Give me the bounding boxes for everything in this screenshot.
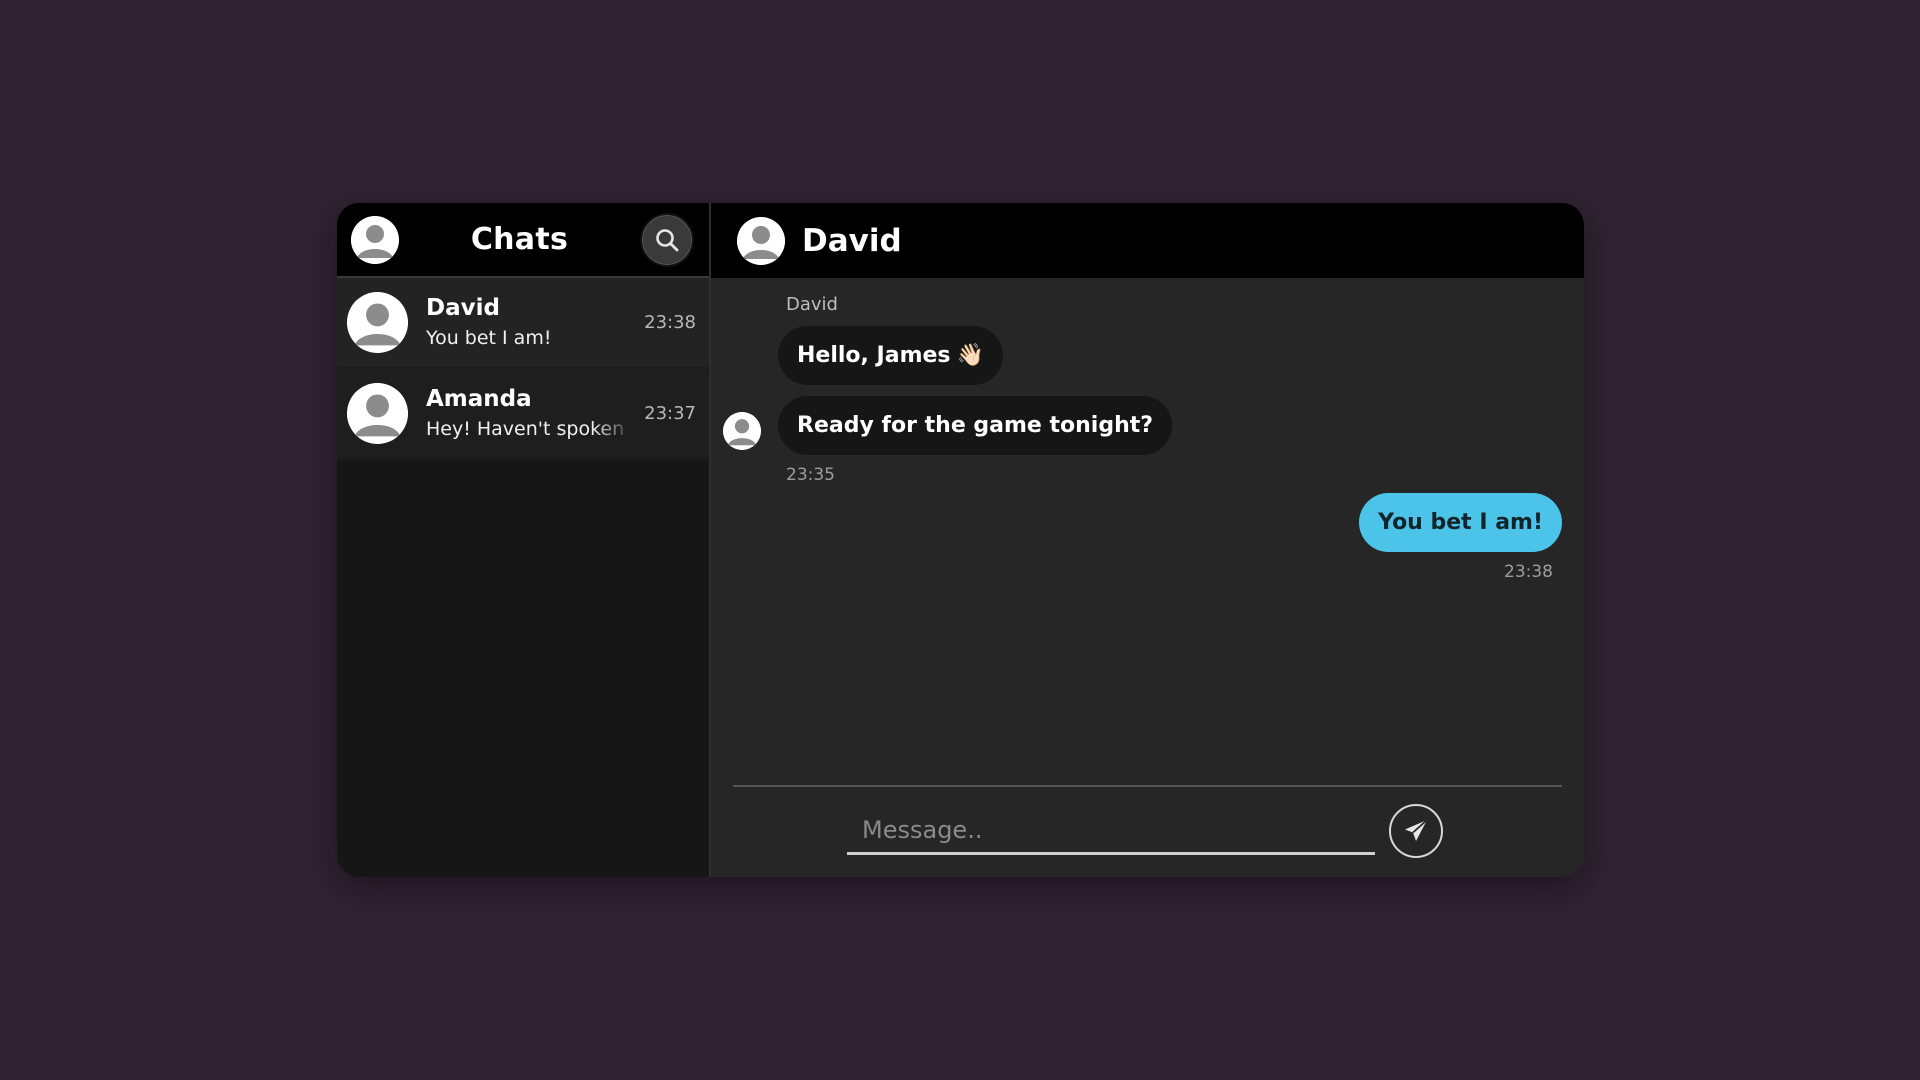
contact-avatar-icon <box>723 412 761 450</box>
conversation-panel: David David Hello, James 👋🏻 Ready for the… <box>711 203 1584 877</box>
conversation-header: David <box>711 203 1584 278</box>
search-icon <box>656 228 679 251</box>
chat-name: Amanda <box>426 385 532 412</box>
chat-sidebar: Chats David You bet I am! 23:38 Amanda H… <box>337 203 711 877</box>
message-text: Ready for the game tonight? <box>797 413 1154 438</box>
message-composer <box>733 785 1562 877</box>
chat-list-item-david[interactable]: David You bet I am! 23:38 <box>337 278 709 369</box>
contact-name: David <box>802 222 902 259</box>
sidebar-header: Chats <box>337 203 709 278</box>
user-avatar-icon[interactable] <box>351 215 399 264</box>
message-bubble-incoming: Ready for the game tonight? <box>778 396 1173 455</box>
message-time: 23:38 <box>1504 562 1553 582</box>
message-input[interactable] <box>847 807 1375 855</box>
contact-avatar-icon <box>347 383 408 444</box>
message-time: 23:35 <box>786 465 835 485</box>
contact-avatar-icon <box>347 292 408 353</box>
chat-info: David You bet I am! <box>426 293 634 353</box>
message-list: David Hello, James 👋🏻 Ready for the game … <box>711 278 1584 785</box>
paper-plane-icon <box>1405 819 1428 841</box>
message-bubble-incoming: Hello, James 👋🏻 <box>778 326 1003 385</box>
chat-preview: Hey! Haven't spoken <box>426 417 625 440</box>
chat-list-item-amanda[interactable]: Amanda Hey! Haven't spoken 23:37 <box>337 369 709 460</box>
contact-avatar-icon[interactable] <box>737 216 785 265</box>
sidebar-title: Chats <box>470 222 569 257</box>
chat-info: Amanda Hey! Haven't spoken <box>426 384 634 444</box>
chat-preview: You bet I am! <box>426 326 552 349</box>
message-sender: David <box>786 294 838 315</box>
chat-name: David <box>426 294 500 321</box>
message-text: Hello, James <box>797 343 951 368</box>
message-bubble-outgoing: You bet I am! <box>1359 493 1562 552</box>
send-button[interactable] <box>1389 804 1443 858</box>
chat-app-window: Chats David You bet I am! 23:38 Amanda H… <box>337 203 1584 877</box>
chat-time: 23:37 <box>644 403 696 424</box>
waving-hand-icon: 👋🏻 <box>956 343 984 368</box>
message-text: You bet I am! <box>1378 510 1543 535</box>
search-button[interactable] <box>639 212 694 267</box>
chat-time: 23:38 <box>644 312 696 333</box>
